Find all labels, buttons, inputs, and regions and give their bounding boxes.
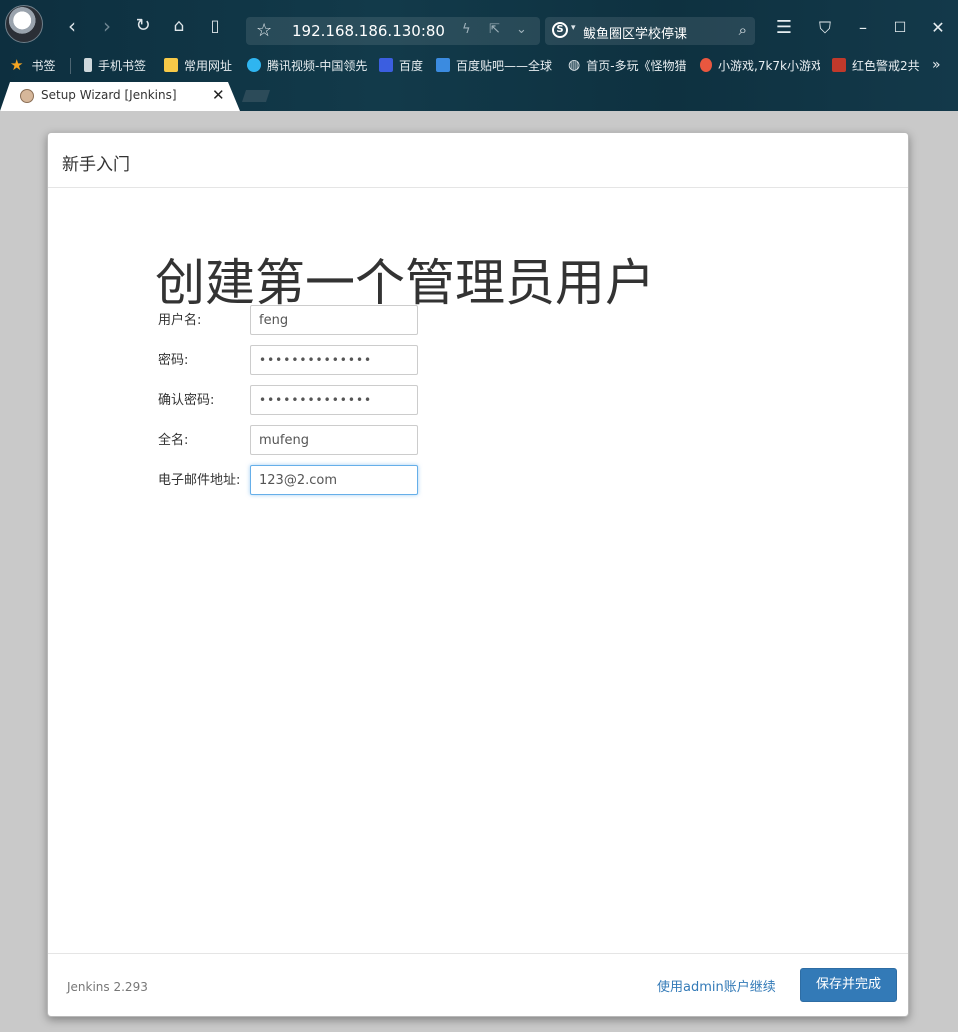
- jenkins-favicon-icon: [20, 89, 34, 103]
- bookmark-star-icon[interactable]: ☆: [256, 20, 272, 41]
- form-row-fullname: 全名:: [158, 425, 558, 455]
- setup-wizard-dialog: 新手入门 创建第一个管理员用户 用户名: 密码: 确认密码: 全名: 电子邮件地…: [47, 132, 909, 1017]
- tencent-video-icon: [247, 58, 261, 72]
- fullname-input[interactable]: [250, 425, 418, 455]
- new-tab-button[interactable]: [242, 90, 270, 102]
- email-input[interactable]: [250, 465, 418, 495]
- username-input[interactable]: [250, 305, 418, 335]
- url-text[interactable]: 192.168.186.130:8080/j: [292, 22, 444, 40]
- menu-icon[interactable]: ☰: [774, 18, 794, 38]
- redalert-icon: [832, 58, 846, 72]
- tab-setup-wizard[interactable]: Setup Wizard [Jenkins] ✕: [0, 82, 240, 111]
- bookmark-item[interactable]: 百度贴吧——全球: [436, 56, 554, 74]
- more-bookmarks-icon[interactable]: »: [932, 56, 948, 74]
- tab-strip: Setup Wizard [Jenkins] ✕: [0, 82, 958, 111]
- folder-icon: [164, 58, 178, 72]
- bookmark-divider: [70, 58, 71, 74]
- password-label: 密码:: [158, 353, 189, 368]
- confirm-password-input[interactable]: [250, 385, 418, 415]
- engine-dropdown-icon[interactable]: ▾: [571, 23, 576, 33]
- bookmark-item[interactable]: ★ 书签: [10, 56, 65, 74]
- lightning-icon[interactable]: ϟ: [462, 22, 471, 37]
- tab-title: Setup Wizard [Jenkins]: [41, 88, 177, 102]
- dialog-footer: Jenkins 2.293 使用admin账户继续 保存并完成: [48, 953, 908, 1016]
- form-row-username: 用户名:: [158, 305, 558, 335]
- bookmark-item[interactable]: 手机书签: [84, 56, 154, 74]
- balloon-icon: [700, 58, 712, 72]
- browser-chrome: ‹ › ↻ ⌂ ▯ ☆ 192.168.186.130:8080/j ϟ ⇱ ⌄…: [0, 0, 958, 111]
- home-icon[interactable]: ⌂: [169, 16, 189, 36]
- minimize-icon[interactable]: –: [853, 18, 873, 38]
- close-window-icon[interactable]: ✕: [928, 18, 948, 38]
- chevron-down-icon[interactable]: ⌄: [516, 22, 527, 37]
- dialog-title: 新手入门: [62, 155, 130, 175]
- fullname-label: 全名:: [158, 433, 189, 448]
- username-label: 用户名:: [158, 313, 202, 328]
- search-icon[interactable]: ⌕: [739, 21, 747, 39]
- form-row-confirm-password: 确认密码:: [158, 385, 558, 415]
- bookmark-item[interactable]: 腾讯视频-中国领先: [247, 56, 367, 74]
- share-icon[interactable]: ⇱: [489, 22, 500, 37]
- tieba-icon: [436, 58, 450, 72]
- search-text[interactable]: 鲅鱼圈区学校停课: [583, 23, 687, 42]
- phone-icon: [84, 58, 92, 72]
- bookmark-item[interactable]: 红色警戒2共: [832, 56, 922, 74]
- user-avatar[interactable]: [5, 5, 43, 43]
- jenkins-version: Jenkins 2.293: [67, 980, 148, 994]
- bookmark-item[interactable]: ◍ 首页-多玩《怪物猎: [568, 56, 688, 74]
- globe-icon: ◍: [568, 57, 581, 73]
- star-icon: ★: [10, 56, 24, 74]
- sogou-search-icon[interactable]: S: [552, 22, 568, 38]
- browser-toolbar: ‹ › ↻ ⌂ ▯ ☆ 192.168.186.130:8080/j ϟ ⇱ ⌄…: [0, 0, 958, 52]
- search-box[interactable]: S ▾ 鲅鱼圈区学校停课 ⌕: [545, 17, 755, 45]
- reader-icon[interactable]: ▯: [205, 16, 225, 36]
- bookmark-item[interactable]: 小游戏,7k7k小游戏: [700, 56, 820, 74]
- password-input[interactable]: [250, 345, 418, 375]
- save-and-finish-button[interactable]: 保存并完成: [800, 968, 897, 1002]
- back-icon[interactable]: ‹: [62, 16, 82, 36]
- bookmarks-bar: ★ 书签 手机书签 常用网址 腾讯视频-中国领先 百度 百度贴吧——全球 ◍ 首…: [0, 52, 958, 78]
- bookmark-item[interactable]: 常用网址: [164, 56, 238, 74]
- email-label: 电子邮件地址:: [158, 473, 241, 488]
- reload-icon[interactable]: ↻: [133, 16, 153, 36]
- baidu-icon: [379, 58, 393, 72]
- address-bar[interactable]: ☆ 192.168.186.130:8080/j ϟ ⇱ ⌄: [246, 17, 540, 45]
- close-icon[interactable]: ✕: [212, 86, 225, 104]
- continue-as-admin-button[interactable]: 使用admin账户继续: [657, 976, 776, 995]
- form-row-email: 电子邮件地址:: [158, 465, 558, 495]
- forward-icon[interactable]: ›: [97, 16, 117, 36]
- bookmark-item[interactable]: 百度: [379, 56, 427, 74]
- skin-icon[interactable]: ⛉: [815, 18, 835, 38]
- maximize-icon[interactable]: ☐: [890, 18, 910, 38]
- form-row-password: 密码:: [158, 345, 558, 375]
- confirm-password-label: 确认密码:: [158, 393, 215, 408]
- dialog-header: 新手入门: [48, 133, 908, 188]
